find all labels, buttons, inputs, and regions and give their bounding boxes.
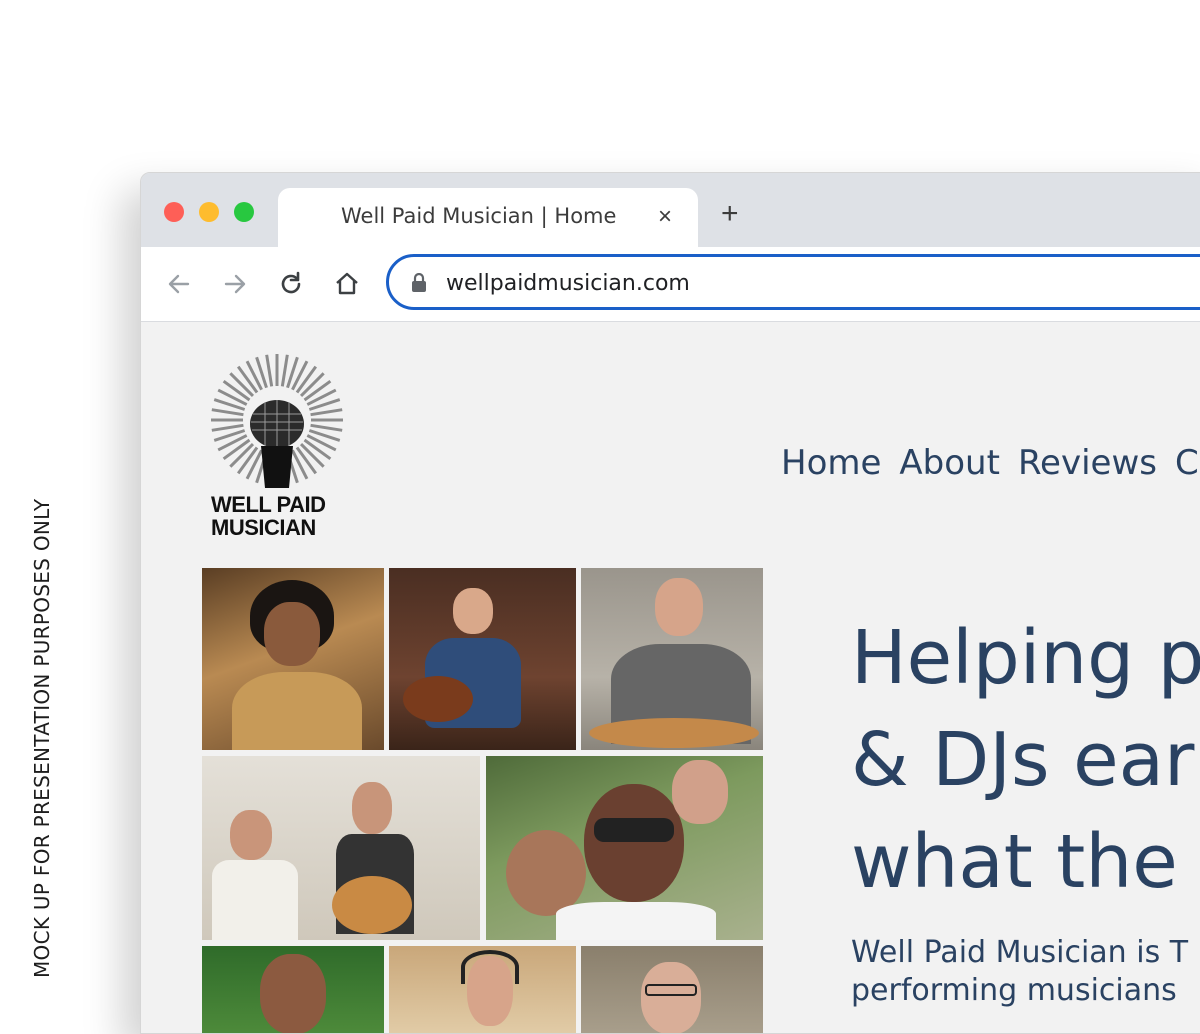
- man-glasses-photo: [581, 946, 763, 1033]
- selfie-group-photo: [486, 756, 763, 940]
- logo-ray: [310, 423, 343, 432]
- hero-headline: Helping p & DJs ear what the: [851, 607, 1200, 913]
- web-page: WELL PAID MUSICIAN Home About Reviews C: [141, 322, 1200, 1033]
- logo-line-1: WELL PAID: [211, 492, 326, 517]
- hero-subtext: Well Paid Musician is T performing music…: [851, 934, 1188, 1010]
- home-icon[interactable]: [330, 267, 364, 301]
- back-arrow-icon[interactable]: [162, 267, 196, 301]
- close-window-button[interactable]: [164, 202, 184, 222]
- lock-icon: [411, 272, 427, 298]
- nav-about[interactable]: About: [899, 443, 1000, 483]
- minimize-window-button[interactable]: [199, 202, 219, 222]
- address-bar[interactable]: wellpaidmusician.com: [386, 254, 1200, 310]
- new-tab-button[interactable]: +: [721, 199, 739, 229]
- woman-outdoors-photo: [202, 946, 384, 1033]
- hero-headline-line-1: Helping p: [851, 615, 1200, 701]
- browser-window: Well Paid Musician | Home × + wellpaidmu…: [140, 172, 1200, 1034]
- logo-ray: [211, 423, 244, 432]
- logo-ray: [310, 408, 343, 417]
- tab-title: Well Paid Musician | Home: [341, 204, 617, 228]
- url-text: wellpaidmusician.com: [446, 271, 690, 296]
- browser-toolbar: wellpaidmusician.com: [141, 247, 1200, 322]
- logo-ray: [280, 354, 289, 387]
- logo-line-2: MUSICIAN: [211, 515, 316, 540]
- singer-headphones-photo: [389, 946, 576, 1033]
- man-with-guitar-photo: [581, 568, 763, 750]
- singer-woman-photo: [202, 568, 384, 750]
- active-tab[interactable]: Well Paid Musician | Home ×: [278, 188, 698, 248]
- microphone-burst-icon: [211, 354, 343, 488]
- hero-headline-line-3: what the: [851, 819, 1178, 905]
- maximize-window-button[interactable]: [234, 202, 254, 222]
- reload-icon[interactable]: [274, 267, 308, 301]
- forward-arrow-icon[interactable]: [218, 267, 252, 301]
- duo-musicians-photo: [202, 756, 480, 940]
- site-logo[interactable]: WELL PAID MUSICIAN: [203, 352, 353, 547]
- hero-subtext-line-1: Well Paid Musician is T: [851, 935, 1189, 970]
- logo-wordmark: WELL PAID MUSICIAN: [211, 492, 326, 540]
- logo-ray: [265, 354, 274, 387]
- mockup-disclaimer: MOCK UP FOR PRESENTATION PURPOSES ONLY: [30, 498, 54, 978]
- tab-close-icon[interactable]: ×: [658, 203, 672, 231]
- guitarist-man-photo: [389, 568, 576, 750]
- nav-contact[interactable]: C: [1175, 443, 1199, 483]
- main-navigation: Home About Reviews C: [781, 443, 1199, 483]
- nav-reviews[interactable]: Reviews: [1018, 443, 1157, 483]
- hero-headline-line-2: & DJs ear: [851, 717, 1195, 803]
- hero-subtext-line-2: performing musicians: [851, 973, 1177, 1008]
- nav-home[interactable]: Home: [781, 443, 881, 483]
- tab-bar: Well Paid Musician | Home × +: [141, 173, 1200, 248]
- logo-ray: [211, 408, 244, 417]
